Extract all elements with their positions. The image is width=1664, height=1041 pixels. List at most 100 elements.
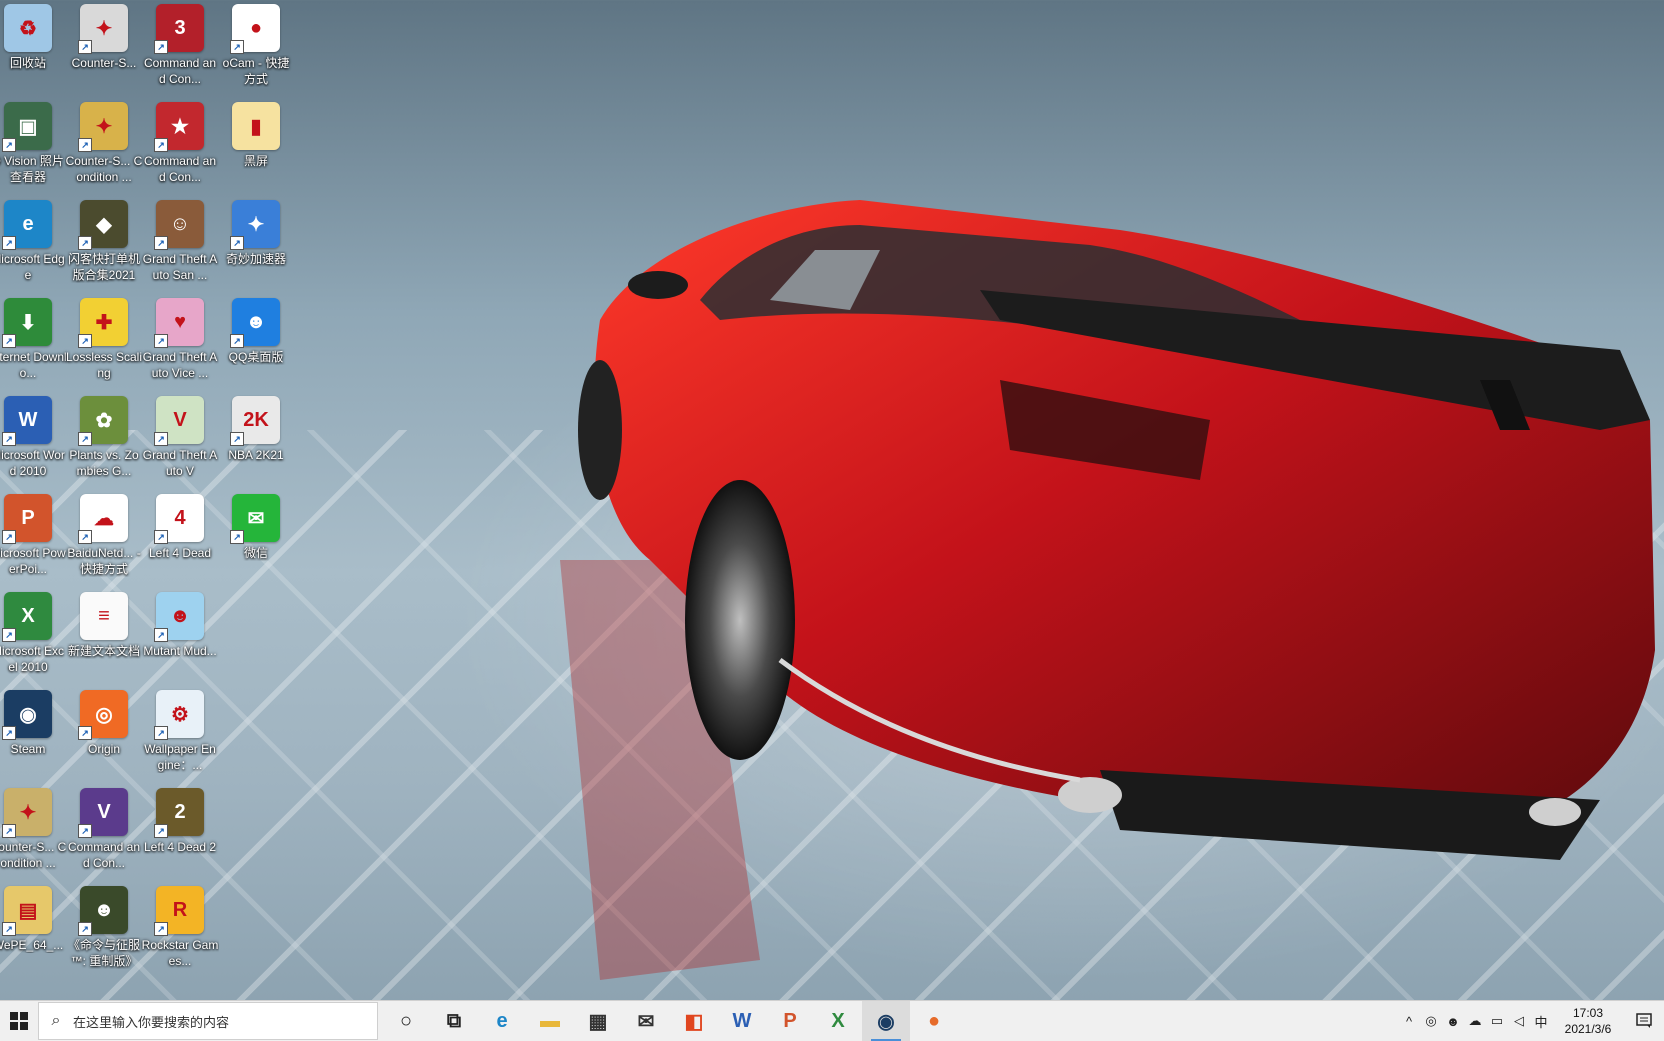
shortcut-arrow-icon: ↗ [78, 334, 92, 348]
taskbar-file-explorer-button[interactable]: ▬ [526, 1001, 574, 1041]
desktop-icon[interactable]: P↗Microsoft PowerPoi... [0, 494, 66, 586]
tray-ime-button[interactable]: 中 [1530, 1001, 1552, 1041]
desktop-icon[interactable]: e↗Microsoft Edge [0, 200, 66, 292]
shortcut-arrow-icon: ↗ [154, 236, 168, 250]
desktop-icon[interactable]: 4 ↗ Left 4 Dead [142, 494, 218, 586]
desktop-icon-label: 回收站 [9, 56, 46, 70]
desktop-icon[interactable]: ✦↗Counter-S... Condition ... [66, 102, 142, 194]
store-bag-icon: ▦ [588, 1010, 608, 1033]
gta-vice-city-icon: ♥ ↗ [154, 298, 204, 348]
desktop-icon[interactable]: ✦↗Counter-S... Condition ... [0, 788, 66, 880]
start-button[interactable] [0, 1001, 38, 1041]
shortcut-arrow-icon: ↗ [230, 530, 244, 544]
desktop-icon[interactable]: R ↗ Rockstar Games... [142, 886, 218, 978]
shortcut-arrow-icon: ↗ [2, 922, 16, 936]
office-icon: ◧ [684, 1010, 704, 1033]
shortcut-arrow-icon: ↗ [78, 726, 92, 740]
tray-qq-tray-button[interactable]: ☻ [1442, 1001, 1464, 1041]
desktop-icon[interactable]: W↗Microsoft Word 2010 [0, 396, 66, 488]
folder-icon: ▮ [232, 102, 280, 150]
baidu-netdisk-icon: ☁ ↗ [78, 494, 128, 544]
desktop-icon[interactable]: ▣↗D Vision 照片查看器 [0, 102, 66, 194]
task-view-icon: ⧉ [446, 1009, 462, 1032]
edge-icon: e ↗ [2, 200, 52, 250]
taskbar-clock[interactable]: 17:03 2021/3/6 [1552, 1005, 1624, 1037]
tray-network-button[interactable]: ▭ [1486, 1001, 1508, 1041]
record-icon: ◎ [1425, 1013, 1437, 1028]
desktop-icon[interactable]: ✦ ↗ Counter-S... [66, 4, 142, 96]
taskbar-word-button[interactable]: W [718, 1001, 766, 1041]
taskbar-office-button[interactable]: ◧ [670, 1001, 718, 1041]
desktop-icon-label: Steam [10, 742, 46, 756]
desktop-icon[interactable]: 3 ↗ Command and Con... [142, 4, 218, 96]
desktop-icon[interactable]: ✚ ↗ Lossless Scaling [66, 298, 142, 390]
desktop-icon[interactable]: V ↗ Grand Theft Auto V [142, 396, 218, 488]
desktop-icon[interactable]: ⚙ ↗ Wallpaper Engine：... [142, 690, 218, 782]
tray-show-hidden-button[interactable]: ^ [1398, 1001, 1420, 1041]
taskbar-search-box[interactable]: ⌕ 在这里输入你要搜索的内容 [38, 1002, 378, 1040]
search-placeholder: 在这里输入你要搜索的内容 [73, 1014, 230, 1030]
desktop-icon[interactable]: ♥ ↗ Grand Theft Auto Vice ... [142, 298, 218, 390]
qq-icon: ☻ ↗ [230, 298, 280, 348]
desktop-icon-label: Command and Con... [67, 840, 141, 870]
desktop-icon-label: Microsoft Word 2010 [0, 448, 65, 478]
shortcut-arrow-icon: ↗ [154, 726, 168, 740]
shortcut-arrow-icon: ↗ [2, 432, 16, 446]
wallpaper-engine-icon: ⚙ ↗ [154, 690, 204, 740]
desktop-icon-label: QQ桌面版 [228, 350, 284, 364]
tray-volume-button[interactable]: ◁ [1508, 1001, 1530, 1041]
desktop-icon[interactable]: ☻ ↗ QQ桌面版 [218, 298, 294, 390]
desktop-icon[interactable]: 2 ↗ Left 4 Dead 2 [142, 788, 218, 880]
desktop-icon[interactable]: ◎ ↗ Origin [66, 690, 142, 782]
taskbar-ocam-button[interactable]: ● [910, 1001, 958, 1041]
desktop-icon[interactable]: ≡ 新建文本文档 [66, 592, 142, 684]
desktop-icon[interactable]: ◆ ↗ 闪客快打单机版合集2021 [66, 200, 142, 292]
mutant-mudds-icon: ☻ ↗ [154, 592, 204, 642]
desktop-icon[interactable]: ✉ ↗ 微信 [218, 494, 294, 586]
desktop-icon[interactable]: V ↗ Command and Con... [66, 788, 142, 880]
desktop-icon-label: Microsoft PowerPoi... [0, 546, 66, 576]
tray-ocam-tray-button[interactable]: ◎ [1420, 1001, 1442, 1041]
powerpoint-icon: P [783, 1009, 797, 1032]
rockstar-icon: R ↗ [154, 886, 204, 936]
desktop-icon[interactable]: ● ↗ oCam - 快捷方式 [218, 4, 294, 96]
desktop-icon[interactable]: ✿ ↗ Plants vs. Zombies G... [66, 396, 142, 488]
desktop-icon[interactable]: ⬇↗Internet Downlo... [0, 298, 67, 390]
shortcut-arrow-icon: ↗ [78, 824, 92, 838]
taskbar-mail-button[interactable]: ✉ [622, 1001, 670, 1041]
desktop-icon-label: 黑屏 [243, 154, 268, 168]
desktop-icon[interactable]: ▤↗ WePE_64_... [0, 886, 66, 978]
taskbar-cortana-button[interactable]: ○ [382, 1001, 430, 1041]
desktop-icon[interactable]: ★ ↗ Command and Con... [142, 102, 218, 194]
desktop-icon-label: 闪客快打单机版合集2021 [67, 252, 140, 282]
accelerator-icon: ✦ ↗ [230, 200, 280, 250]
desktop-icon-label: Grand Theft Auto San ... [142, 252, 218, 282]
desktop-icon[interactable]: ♻ 回收站 [0, 4, 66, 96]
desktop-icon-label: D Vision 照片查看器 [0, 154, 64, 184]
desktop-icon[interactable]: ☁ ↗ BaiduNetd... - 快捷方式 [66, 494, 142, 586]
desktop-icon[interactable]: ☺ ↗ Grand Theft Auto San ... [142, 200, 218, 292]
desktop-icon[interactable]: ☻ ↗ 《命令与征服™: 重制版》 [66, 886, 142, 978]
wepe-icon: ▤ ↗ [2, 886, 52, 936]
taskbar-steam-button[interactable]: ◉ [862, 1001, 910, 1041]
taskbar-store-button[interactable]: ▦ [574, 1001, 622, 1041]
desktop-icon-label: Command and Con... [143, 56, 217, 86]
word-icon: W [732, 1009, 752, 1032]
desktop-icon[interactable]: ☻ ↗ Mutant Mud... [142, 592, 218, 684]
desktop-icon[interactable]: ◉ ↗ Steam [0, 690, 66, 782]
tray-onedrive-button[interactable]: ☁ [1464, 1001, 1486, 1041]
desktop-icon[interactable]: 2K ↗ NBA 2K21 [218, 396, 294, 488]
action-center-button[interactable] [1624, 1001, 1664, 1041]
desktop-icon[interactable]: X↗Microsoft Excel 2010 [0, 592, 66, 684]
taskbar-task-view-button[interactable]: ⧉ [430, 1001, 478, 1041]
desktop-icon-label: BaiduNetd... - 快捷方式 [67, 546, 141, 576]
desktop-icon[interactable]: ▮ 黑屏 [218, 102, 294, 194]
taskbar-powerpoint-button[interactable]: P [766, 1001, 814, 1041]
nba-2k21-icon: 2K ↗ [230, 396, 280, 446]
shortcut-arrow-icon: ↗ [78, 922, 92, 936]
tray-icons: ^ ◎ ☻ ☁ ▭ ◁ 中 [1398, 1001, 1552, 1041]
shortcut-arrow-icon: ↗ [154, 334, 168, 348]
taskbar-excel-button[interactable]: X [814, 1001, 862, 1041]
taskbar-edge-button[interactable]: e [478, 1001, 526, 1041]
desktop-icon[interactable]: ✦ ↗ 奇妙加速器 [218, 200, 294, 292]
